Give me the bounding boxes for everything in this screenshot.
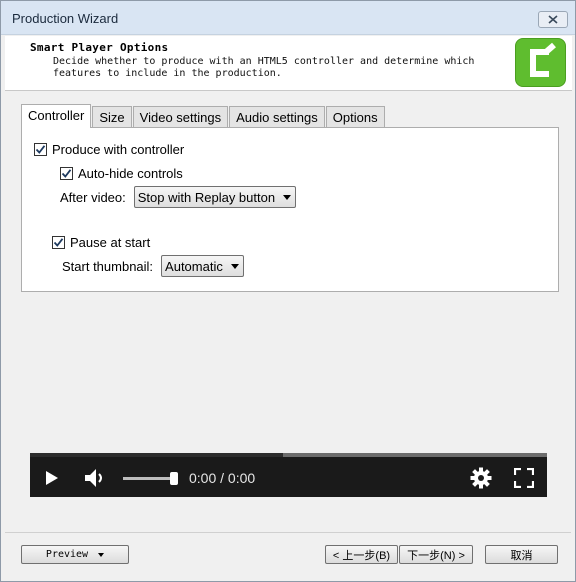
produce-with-controller-row[interactable]: Produce with controller xyxy=(34,142,184,157)
footer-divider xyxy=(5,532,571,533)
tab-video-settings[interactable]: Video settings xyxy=(132,106,229,128)
checkmark-icon xyxy=(35,145,46,154)
after-video-dropdown[interactable]: Stop with Replay button xyxy=(133,186,297,208)
tab-size[interactable]: Size xyxy=(92,106,132,128)
title-bar: Production Wizard xyxy=(1,1,575,35)
back-button[interactable]: < 上一步(B) xyxy=(325,545,398,564)
start-thumbnail-dropdown[interactable]: Automatic xyxy=(161,255,244,277)
next-button[interactable]: 下一步(N) > xyxy=(399,545,473,564)
gear-icon[interactable] xyxy=(470,467,492,489)
pause-at-start-checkbox[interactable] xyxy=(52,236,65,249)
volume-slider[interactable] xyxy=(123,477,175,480)
start-thumbnail-value: Automatic xyxy=(165,258,223,274)
fullscreen-icon[interactable] xyxy=(514,468,534,488)
preview-button[interactable]: Preview xyxy=(21,545,129,564)
auto-hide-controls-label: Auto-hide controls xyxy=(78,166,183,181)
cancel-button[interactable]: 取消 xyxy=(485,545,558,564)
play-icon[interactable] xyxy=(45,470,59,486)
tab-strip: Controller Size Video settings Audio set… xyxy=(21,104,386,128)
pause-at-start-row[interactable]: Pause at start xyxy=(52,235,150,250)
back-label: < 上一步(B) xyxy=(332,549,391,562)
produce-with-controller-label: Produce with controller xyxy=(52,142,185,157)
auto-hide-controls-row[interactable]: Auto-hide controls xyxy=(60,166,183,181)
tab-audio-settings[interactable]: Audio settings xyxy=(229,106,325,128)
after-video-value: Stop with Replay button xyxy=(137,189,276,205)
header-title: Smart Player Options xyxy=(30,41,169,54)
start-thumbnail-row: Start thumbnail: Automatic xyxy=(62,255,244,277)
after-video-label: After video: xyxy=(60,189,126,205)
progress-fill xyxy=(30,453,284,457)
cancel-label: 取消 xyxy=(510,549,533,562)
next-label: 下一步(N) > xyxy=(407,549,465,562)
tab-options[interactable]: Options xyxy=(325,106,385,128)
checkmark-icon xyxy=(53,238,64,247)
production-wizard-window: Production Wizard Smart Player Options D… xyxy=(0,0,576,582)
camtasia-logo-icon xyxy=(515,38,566,87)
produce-with-controller-checkbox[interactable] xyxy=(34,143,47,156)
auto-hide-controls-checkbox[interactable] xyxy=(60,167,73,180)
progress-bar[interactable] xyxy=(30,453,547,457)
chevron-down-icon xyxy=(283,194,292,200)
volume-icon[interactable] xyxy=(83,467,109,489)
chevron-down-icon xyxy=(230,263,239,269)
after-video-row: After video: Stop with Replay button xyxy=(60,186,297,208)
controller-panel: Produce with controller Auto-hide contro… xyxy=(21,127,559,292)
checkmark-icon xyxy=(61,169,72,178)
video-player-preview: 0:00 / 0:00 xyxy=(30,453,547,497)
time-display: 0:00 / 0:00 xyxy=(189,470,256,486)
close-icon xyxy=(548,15,558,24)
volume-slider-handle[interactable] xyxy=(170,472,178,485)
chevron-down-icon xyxy=(98,552,105,557)
wizard-header: Smart Player Options Decide whether to p… xyxy=(5,36,572,91)
start-thumbnail-label: Start thumbnail: xyxy=(62,258,154,274)
pause-at-start-label: Pause at start xyxy=(70,235,151,250)
header-description: Decide whether to produce with an HTML5 … xyxy=(53,56,475,79)
preview-label: Preview xyxy=(45,549,89,560)
tab-controller[interactable]: Controller xyxy=(21,104,92,128)
window-title: Production Wizard xyxy=(12,11,119,26)
close-button[interactable] xyxy=(538,11,568,28)
